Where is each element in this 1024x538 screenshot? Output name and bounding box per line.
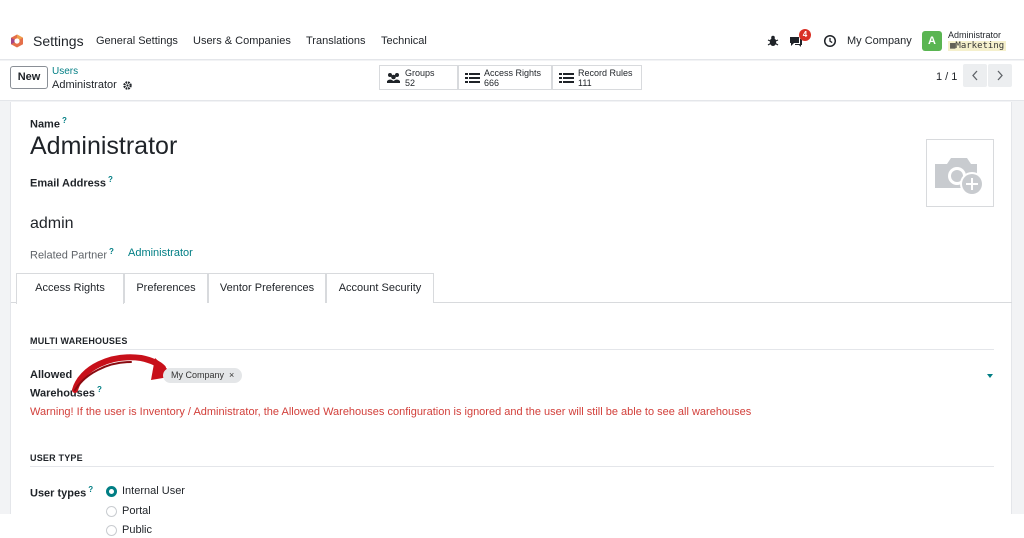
email-input[interactable]: admin (30, 215, 74, 233)
dropdown-caret-icon[interactable] (987, 374, 993, 378)
clock-icon[interactable] (823, 34, 837, 48)
radio-portal[interactable] (106, 506, 117, 517)
breadcrumb-current: Administrator (52, 79, 117, 91)
menu-translations[interactable]: Translations (306, 35, 366, 47)
smart-button-label: Access Rights (484, 67, 542, 78)
radio-label-public[interactable]: Public (122, 524, 152, 536)
database-name: ▦Marketing (948, 41, 1007, 51)
tab-ventor-preferences[interactable]: Ventor Preferences (208, 273, 326, 303)
section-title-multi-warehouses: MULTI WAREHOUSES (30, 336, 128, 346)
tab-account-security[interactable]: Account Security (326, 273, 434, 303)
radio-label-portal[interactable]: Portal (122, 505, 151, 517)
pager-previous-button[interactable] (963, 64, 987, 87)
breadcrumb-parent[interactable]: Users (52, 66, 78, 77)
users-icon (387, 72, 400, 83)
form-tabs: Access Rights Preferences Ventor Prefere… (11, 273, 1012, 304)
radio-label-internal-user[interactable]: Internal User (122, 485, 185, 497)
user-menu-name[interactable]: Administrator (948, 30, 1001, 40)
database-name-text: Marketing (955, 41, 1005, 51)
user-types-label: User types? (30, 485, 94, 500)
related-partner-label: Related Partner? (30, 247, 114, 262)
name-label: Name? (30, 116, 67, 131)
record-rules-smart-button[interactable]: Record Rules 111 (552, 65, 642, 90)
groups-smart-button[interactable]: Groups 52 (379, 65, 458, 90)
bug-icon[interactable] (766, 34, 780, 48)
form-sheet: Name? Administrator Email Address? admin… (10, 102, 1012, 536)
help-icon[interactable]: ? (88, 485, 93, 494)
top-navbar: Settings General Settings Users & Compan… (0, 24, 1024, 60)
section-divider (30, 466, 994, 467)
list-icon (465, 72, 480, 83)
remove-tag-icon[interactable]: × (229, 370, 234, 380)
chevron-right-icon (997, 70, 1003, 81)
app-name[interactable]: Settings (33, 33, 84, 49)
smart-button-count: 52 (405, 77, 416, 88)
tab-preferences[interactable]: Preferences (124, 273, 208, 303)
help-icon[interactable]: ? (109, 247, 114, 256)
message-count-badge: 4 (799, 29, 811, 41)
name-input[interactable]: Administrator (30, 132, 177, 161)
pager-value[interactable]: 1 / 1 (936, 71, 957, 83)
app-frame: Settings General Settings Users & Compan… (0, 24, 1024, 536)
warehouse-warning-text: Warning! If the user is Inventory / Admi… (30, 406, 752, 418)
help-icon[interactable]: ? (108, 175, 113, 184)
smart-button-label: Groups (405, 67, 435, 78)
menu-general-settings[interactable]: General Settings (96, 35, 178, 47)
menu-technical[interactable]: Technical (381, 35, 427, 47)
gear-icon[interactable] (122, 80, 133, 91)
chevron-left-icon (972, 70, 978, 81)
tab-access-rights[interactable]: Access Rights (16, 273, 124, 304)
pager-next-button[interactable] (988, 64, 1012, 87)
warehouse-tag[interactable]: My Company × (163, 368, 243, 383)
smart-button-count: 666 (484, 77, 500, 88)
smart-button-label: Record Rules (578, 67, 633, 78)
control-panel: New Users Administrator Groups 52 Access … (0, 61, 1024, 101)
menu-users-companies[interactable]: Users & Companies (193, 35, 291, 47)
list-icon (559, 72, 574, 83)
photo-upload[interactable] (926, 139, 994, 207)
radio-public[interactable] (106, 525, 117, 536)
camera-plus-icon (935, 158, 984, 196)
smart-button-count: 111 (578, 77, 592, 88)
email-label: Email Address? (30, 175, 113, 190)
warehouse-tag-label: My Company (171, 370, 225, 380)
access-rights-smart-button[interactable]: Access Rights 666 (458, 65, 552, 90)
company-switcher[interactable]: My Company (847, 35, 912, 47)
odoo-logo-icon[interactable] (10, 34, 24, 48)
related-partner-link[interactable]: Administrator (128, 247, 193, 259)
allowed-warehouses-label-line1: Allowed (30, 369, 73, 381)
section-title-user-type: USER TYPE (30, 453, 83, 463)
avatar[interactable]: A (922, 31, 942, 51)
help-icon[interactable]: ? (62, 116, 67, 125)
new-button[interactable]: New (10, 66, 48, 89)
radio-internal-user[interactable] (106, 486, 117, 497)
